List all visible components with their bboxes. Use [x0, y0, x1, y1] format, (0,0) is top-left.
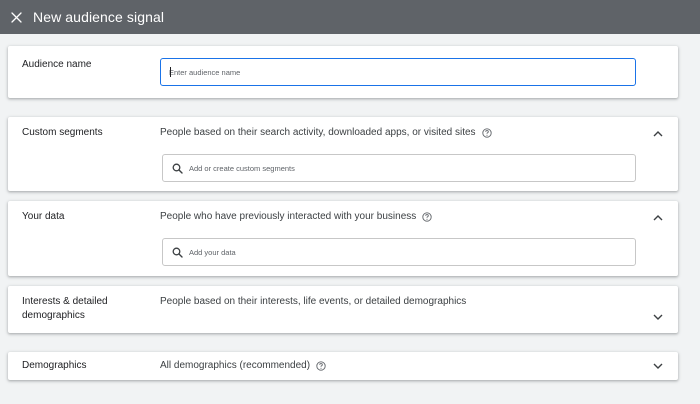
custom-segments-card: Custom segments People based on their se… — [8, 117, 678, 191]
page-title: New audience signal — [33, 9, 165, 25]
search-icon — [172, 247, 183, 258]
demographics-description: All demographics (recommended) — [160, 359, 326, 373]
your-data-search-input[interactable]: Add your data — [162, 238, 636, 266]
chevron-up-icon[interactable] — [652, 211, 664, 223]
interests-label: Interests & detailed demographics — [22, 295, 108, 323]
help-icon[interactable] — [481, 128, 492, 138]
your-data-description: People who have previously interacted wi… — [160, 210, 432, 224]
custom-segments-label: Custom segments — [22, 127, 103, 138]
chevron-down-icon[interactable] — [652, 360, 664, 372]
top-bar: New audience signal — [0, 0, 700, 34]
help-icon[interactable] — [422, 212, 432, 222]
custom-segments-description: People based on their search activity, d… — [160, 126, 492, 140]
demographics-label: Demographics — [22, 360, 87, 371]
demographics-description-text: All demographics (recommended) — [160, 360, 311, 371]
your-data-label: Your data — [22, 211, 65, 222]
interests-description: People based on their interests, life ev… — [160, 296, 467, 307]
close-icon[interactable] — [9, 10, 23, 24]
help-icon[interactable] — [316, 361, 326, 371]
chevron-down-icon[interactable] — [652, 311, 664, 323]
chevron-up-icon[interactable] — [652, 127, 664, 139]
interests-card[interactable]: Interests & detailed demographics People… — [8, 286, 678, 333]
custom-segments-search-placeholder: Add or create custom segments — [189, 163, 295, 173]
interests-label-line1: Interests & detailed — [22, 296, 108, 307]
custom-segments-search-input[interactable]: Add or create custom segments — [162, 154, 636, 182]
audience-name-label: Audience name — [22, 59, 92, 70]
audience-name-card: Audience name — [8, 46, 678, 98]
demographics-card[interactable]: Demographics All demographics (recommend… — [8, 352, 678, 380]
audience-name-input[interactable] — [160, 58, 636, 86]
custom-segments-description-text: People based on their search activity, d… — [160, 127, 476, 138]
text-cursor — [170, 67, 171, 77]
your-data-card: Your data People who have previously int… — [8, 201, 678, 276]
your-data-description-text: People who have previously interacted wi… — [160, 211, 417, 222]
search-icon — [172, 163, 183, 174]
interests-label-line2: demographics — [22, 310, 85, 321]
your-data-search-placeholder: Add your data — [189, 247, 236, 257]
